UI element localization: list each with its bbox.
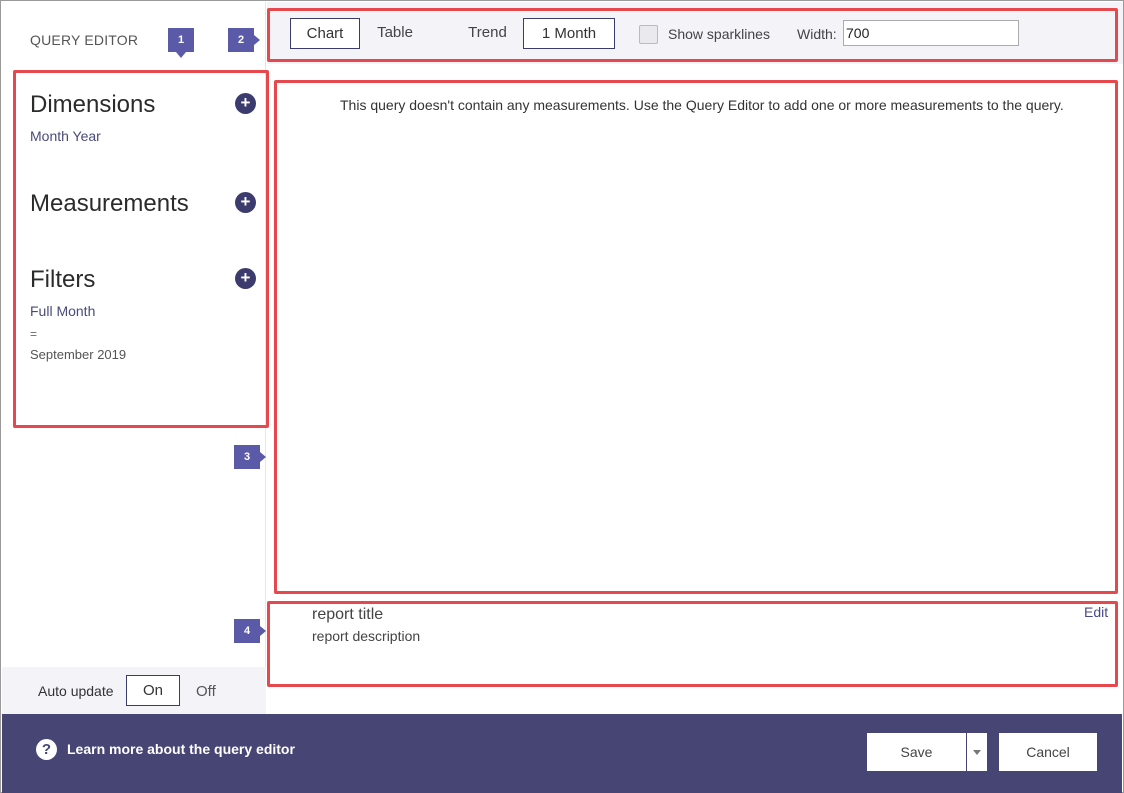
help-icon[interactable]: ? — [36, 739, 57, 760]
cancel-button[interactable]: Cancel — [999, 733, 1097, 771]
auto-update-label: Auto update — [38, 683, 114, 699]
save-button[interactable]: Save — [867, 733, 966, 771]
panel-title: QUERY EDITOR — [30, 32, 139, 48]
highlight-box-toolbar — [267, 8, 1118, 62]
callout-marker-2: 2 — [228, 28, 260, 52]
callout-marker-3: 3 — [234, 445, 266, 469]
callout-marker-1: 1 — [168, 28, 194, 58]
query-editor-window: QUERY EDITOR Dimensions + Month Year Mea… — [0, 0, 1124, 793]
auto-update-bar: Auto update On Off — [2, 667, 266, 714]
auto-update-off-button[interactable]: Off — [196, 683, 216, 700]
highlight-box-report — [267, 601, 1118, 687]
highlight-box-left-panel — [13, 70, 269, 428]
auto-update-on-button[interactable]: On — [126, 675, 180, 706]
callout-marker-4: 4 — [234, 619, 266, 643]
save-dropdown-chevron-icon[interactable] — [967, 733, 987, 771]
highlight-box-preview — [274, 80, 1118, 594]
footer-bar: ? Learn more about the query editor Save… — [2, 714, 1122, 793]
help-link[interactable]: Learn more about the query editor — [67, 741, 295, 757]
